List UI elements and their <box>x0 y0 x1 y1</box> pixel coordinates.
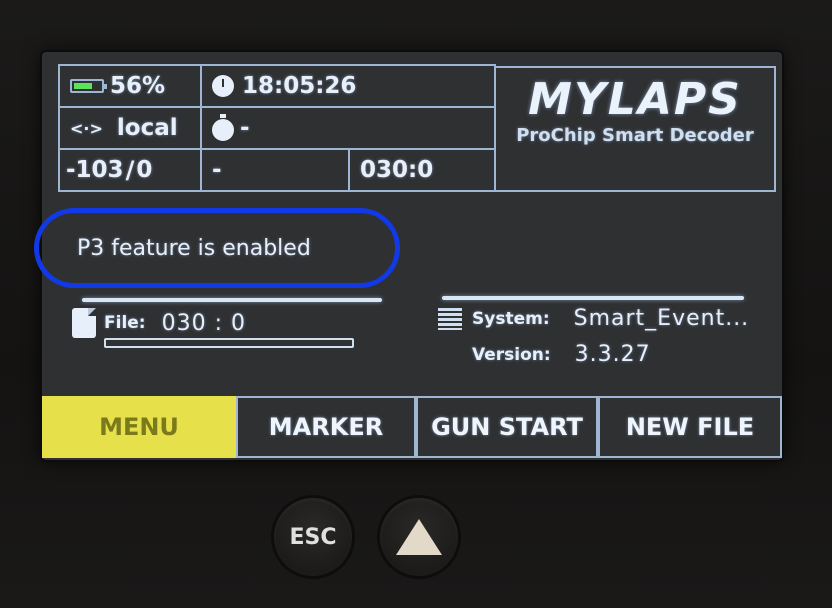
stopwatch-cell: - <box>200 106 496 150</box>
new-file-button[interactable]: NEW FILE <box>598 396 782 458</box>
dash-value: - <box>212 157 222 183</box>
marker-button[interactable]: MARKER <box>236 396 416 458</box>
system-top-bar <box>442 296 744 300</box>
battery-cell: 56% <box>58 64 202 108</box>
p3-feature-notice: P3 feature is enabled <box>34 208 400 288</box>
counter-value: 030:0 <box>360 157 434 183</box>
version-value: 3.3.27 <box>574 342 651 367</box>
dash-cell: - <box>200 148 350 192</box>
connection-label: local <box>116 115 178 141</box>
gun-start-button[interactable]: GUN START <box>416 396 598 458</box>
up-button[interactable] <box>380 498 458 576</box>
esc-button[interactable]: ESC <box>274 498 352 576</box>
clock-icon <box>212 75 234 97</box>
clock-time: 18:05:26 <box>242 73 357 99</box>
version-label: Version: <box>472 344 551 365</box>
system-row: System: Smart_Event... <box>438 306 749 331</box>
softkey-bar: MENU MARKER GUN START NEW FILE <box>42 396 782 458</box>
decoder-device: 56% 18:05:26 <·> local - -103 / 0 - 030:… <box>0 0 832 608</box>
file-row: File: 030 : 0 <box>72 308 246 338</box>
signal-strength: -103 <box>66 157 124 183</box>
file-top-bar <box>82 298 382 302</box>
brand-subtitle: ProChip Smart Decoder <box>516 125 754 146</box>
system-list-icon <box>438 307 462 330</box>
connection-icon: <·> <box>70 118 103 138</box>
up-arrow-icon <box>396 519 442 555</box>
connection-cell: <·> local <box>58 106 202 150</box>
version-row: Version: 3.3.27 <box>472 342 651 367</box>
file-progress-bar <box>104 338 354 348</box>
lcd-screen: 56% 18:05:26 <·> local - -103 / 0 - 030:… <box>34 52 782 460</box>
mylaps-logo: MYLAPS <box>528 74 742 125</box>
clock-cell: 18:05:26 <box>200 64 496 108</box>
signal-slash-icon: / <box>125 156 135 184</box>
stopwatch-icon <box>212 114 234 141</box>
stopwatch-value: - <box>240 115 250 141</box>
system-label: System: <box>472 308 550 329</box>
signal-value: 0 <box>136 157 153 183</box>
signal-cell: -103 / 0 <box>58 148 202 192</box>
menu-button[interactable]: MENU <box>42 396 236 458</box>
document-icon <box>72 308 96 338</box>
brand-panel: MYLAPS ProChip Smart Decoder <box>494 66 776 192</box>
battery-level: 56% <box>110 73 166 99</box>
battery-icon <box>70 79 107 93</box>
system-value: Smart_Event... <box>573 306 750 331</box>
esc-label: ESC <box>289 524 337 550</box>
counter-cell: 030:0 <box>348 148 496 192</box>
file-label: File: <box>104 313 146 333</box>
file-value: 030 : 0 <box>161 310 246 336</box>
